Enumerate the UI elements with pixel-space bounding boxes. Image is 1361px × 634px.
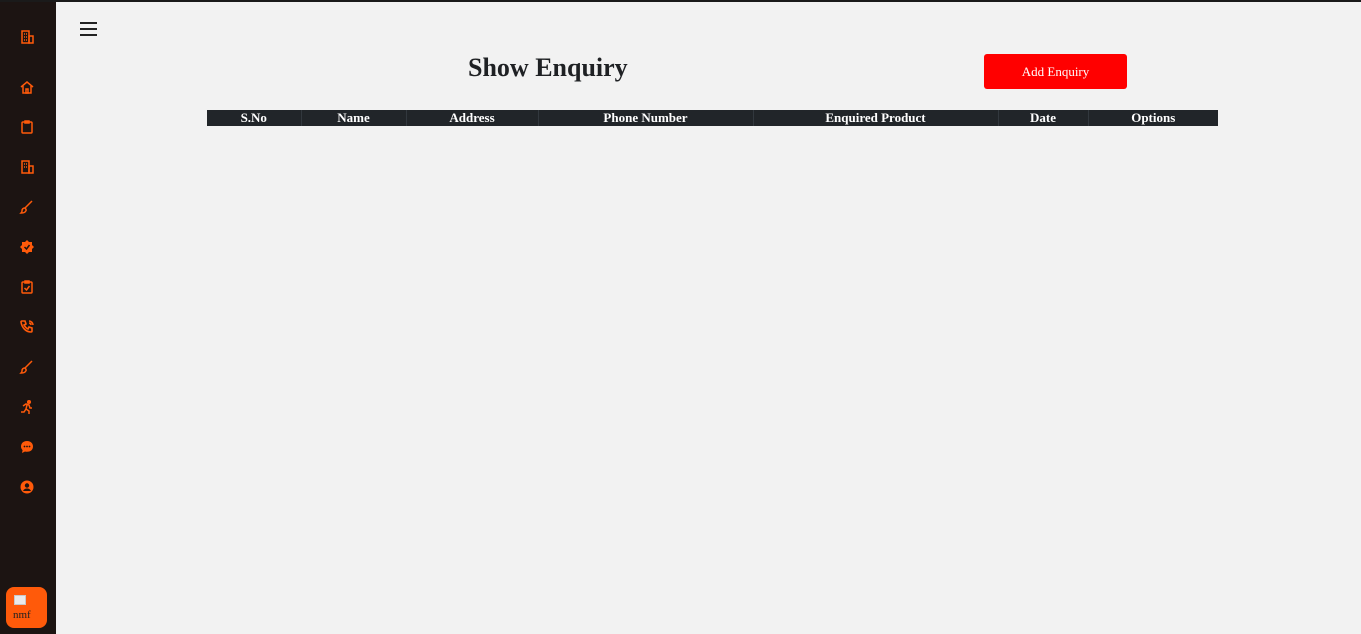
- column-header-phone: Phone Number: [538, 110, 754, 126]
- badge-check-icon[interactable]: [17, 237, 37, 257]
- add-enquiry-button[interactable]: Add Enquiry: [984, 54, 1127, 89]
- table-body: [207, 126, 1218, 144]
- brush-icon[interactable]: [17, 197, 37, 217]
- column-header-sno: S.No: [207, 110, 302, 126]
- building-icon[interactable]: [17, 157, 37, 177]
- clipboard-icon[interactable]: [17, 117, 37, 137]
- home-icon[interactable]: [17, 77, 37, 97]
- enquiry-table: S.No Name Address Phone Number Enquired …: [207, 110, 1218, 144]
- running-person-icon[interactable]: [17, 397, 37, 417]
- user-circle-icon[interactable]: [17, 477, 37, 497]
- brush-icon[interactable]: [17, 357, 37, 377]
- avatar-alt-text: nmf: [13, 609, 31, 621]
- building-icon[interactable]: [17, 27, 37, 47]
- column-header-options: Options: [1088, 110, 1218, 126]
- column-header-date: Date: [998, 110, 1089, 126]
- sidebar: nmf: [0, 2, 56, 634]
- clipboard-check-icon[interactable]: [17, 277, 37, 297]
- profile-avatar[interactable]: nmf: [6, 587, 47, 628]
- column-header-name: Name: [301, 110, 407, 126]
- chat-icon[interactable]: [17, 437, 37, 457]
- table-header-row: S.No Name Address Phone Number Enquired …: [207, 110, 1218, 126]
- column-header-address: Address: [406, 110, 539, 126]
- page-title: Show Enquiry: [468, 53, 628, 82]
- broken-image-icon: [14, 595, 26, 605]
- column-header-product: Enquired Product: [753, 110, 999, 126]
- phone-icon[interactable]: [17, 317, 37, 337]
- hamburger-icon[interactable]: [80, 22, 97, 36]
